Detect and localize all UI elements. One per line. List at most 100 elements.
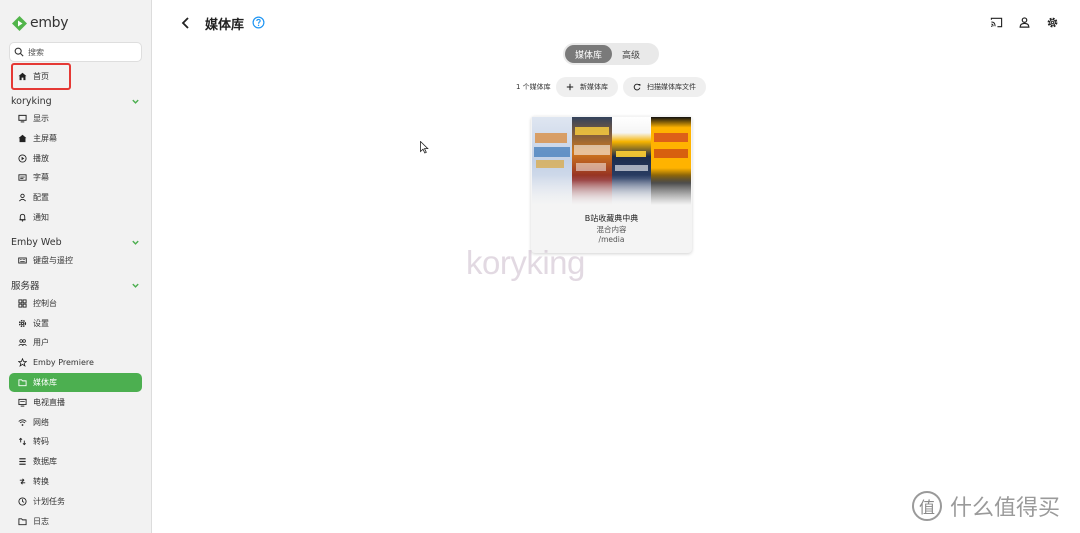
back-arrow-icon[interactable]: [178, 15, 194, 31]
site-watermark-text: 什么值得买: [950, 496, 1061, 521]
section-title: Emby Web: [11, 236, 62, 248]
sidebar-item-label: 电视直播: [33, 398, 65, 407]
emby-logo-icon: [12, 15, 27, 31]
section-header-server[interactable]: 服务器: [11, 277, 142, 293]
sidebar-item-network[interactable]: 网络: [9, 413, 142, 432]
gear-icon: [18, 319, 27, 328]
tab-advanced[interactable]: 高级: [612, 45, 650, 63]
library-card-image: [532, 117, 691, 205]
text-watermark: koryking: [466, 244, 585, 281]
new-library-label: 新媒体库: [580, 83, 608, 91]
sidebar-item-users[interactable]: 用户: [9, 333, 142, 352]
search-icon: [14, 47, 24, 57]
bell-icon: [19, 213, 26, 222]
library-path: /media: [598, 235, 625, 244]
sidebar-item-label: 设置: [33, 319, 49, 328]
plus-icon: [566, 83, 574, 91]
transcode-icon: [19, 437, 26, 446]
sidebar-item-settings[interactable]: 设置: [9, 314, 142, 333]
play-circle-icon: [18, 154, 27, 163]
sidebar-item-emby-premiere[interactable]: Emby Premiere: [9, 353, 142, 372]
database-icon: [19, 458, 26, 465]
sidebar-item-home-screen[interactable]: 主屏幕: [9, 129, 142, 148]
sidebar-item-scheduled-tasks[interactable]: 计划任务: [9, 492, 142, 511]
sidebar-item-label: 播放: [33, 154, 49, 163]
settings-gear-icon[interactable]: [1046, 16, 1059, 29]
library-name: B站收藏典中典: [584, 214, 639, 223]
chevron-down-icon: [132, 99, 139, 104]
sidebar-item-dashboard[interactable]: 控制台: [9, 294, 142, 313]
library-content-type: 混合内容: [596, 225, 627, 234]
sidebar-item-label: 字幕: [33, 173, 49, 182]
thumbnail: [611, 117, 652, 205]
refresh-icon: [633, 83, 641, 91]
sidebar-item-label: 控制台: [33, 299, 57, 308]
monitor-icon: [18, 114, 27, 123]
sidebar-item-database[interactable]: 数据库: [9, 452, 142, 471]
sidebar-item-label: Emby Premiere: [33, 358, 94, 367]
sidebar-item-transcoding[interactable]: 转码: [9, 432, 142, 451]
search-input[interactable]: [28, 47, 128, 57]
sidebar-item-keyboard[interactable]: 键盘与遥控: [9, 251, 142, 270]
sidebar-item-subtitles[interactable]: 字幕: [9, 168, 142, 187]
app-root: emby 首页 koryking 显示: [0, 0, 1080, 533]
section-header-user[interactable]: koryking: [11, 93, 142, 109]
app-name: emby: [30, 15, 69, 31]
sidebar: emby 首页 koryking 显示: [0, 0, 152, 533]
tab-bar: 媒体库 高级: [563, 43, 659, 65]
tab-libraries[interactable]: 媒体库: [565, 45, 613, 63]
sidebar-item-label: 日志: [33, 517, 49, 526]
sidebar-item-label: 用户: [33, 338, 49, 347]
sidebar-item-display[interactable]: 显示: [9, 109, 142, 128]
library-card[interactable]: B站收藏典中典 混合内容 /media: [531, 116, 692, 253]
sidebar-item-playback[interactable]: 播放: [9, 149, 142, 168]
thumbnail: [651, 117, 691, 205]
cast-icon[interactable]: [990, 16, 1003, 29]
scan-library-button[interactable]: 扫描媒体库文件: [623, 77, 706, 97]
sidebar-item-label: 数据库: [33, 457, 57, 466]
page-title: 媒体库: [205, 18, 245, 33]
scan-library-label: 扫描媒体库文件: [647, 83, 696, 91]
sidebar-item-label: 通知: [33, 213, 49, 222]
subtitles-icon: [18, 174, 27, 181]
sidebar-item-label: 计划任务: [33, 497, 65, 506]
sidebar-item-live-tv[interactable]: 电视直播: [9, 393, 142, 412]
sidebar-item-libraries[interactable]: 媒体库: [9, 373, 142, 392]
new-library-button[interactable]: 新媒体库: [556, 77, 618, 97]
library-count: 1 个媒体库: [516, 83, 551, 91]
sidebar-item-label: 转换: [33, 477, 49, 486]
thumbnail: [571, 117, 612, 205]
wifi-icon: [18, 419, 27, 426]
highlight-box: [11, 63, 71, 90]
section-title: 服务器: [11, 281, 40, 292]
sidebar-item-label: 键盘与遥控: [33, 256, 73, 265]
sidebar-item-label: 媒体库: [33, 378, 57, 387]
sidebar-item-profile[interactable]: 配置: [9, 188, 142, 207]
tv-icon: [18, 398, 27, 407]
user-icon[interactable]: [1018, 16, 1031, 29]
star-icon: [18, 358, 27, 367]
dashboard-icon: [18, 299, 27, 308]
chevron-down-icon: [132, 283, 139, 288]
sidebar-item-logs[interactable]: 日志: [9, 512, 142, 531]
section-header-emby-web[interactable]: Emby Web: [11, 234, 142, 250]
search-box[interactable]: [9, 42, 142, 62]
mouse-cursor-icon: [420, 141, 429, 154]
sidebar-item-conversions[interactable]: 转换: [9, 472, 142, 491]
help-icon[interactable]: [252, 16, 265, 29]
keyboard-icon: [18, 257, 27, 264]
clock-icon: [18, 497, 27, 506]
sidebar-item-label: 主屏幕: [33, 134, 57, 143]
sidebar-item-label: 显示: [33, 114, 49, 123]
people-icon: [18, 339, 27, 346]
home-icon: [18, 134, 27, 143]
sidebar-item-notifications[interactable]: 通知: [9, 208, 142, 227]
thumbnail: [532, 117, 572, 205]
folder-icon: [18, 518, 27, 526]
chevron-down-icon: [132, 240, 139, 245]
section-title: koryking: [11, 95, 52, 107]
site-watermark-badge: 值: [912, 491, 942, 521]
sidebar-item-label: 配置: [33, 193, 49, 202]
emby-logo[interactable]: emby: [12, 13, 69, 33]
site-watermark: 值 什么值得买: [912, 490, 1060, 522]
